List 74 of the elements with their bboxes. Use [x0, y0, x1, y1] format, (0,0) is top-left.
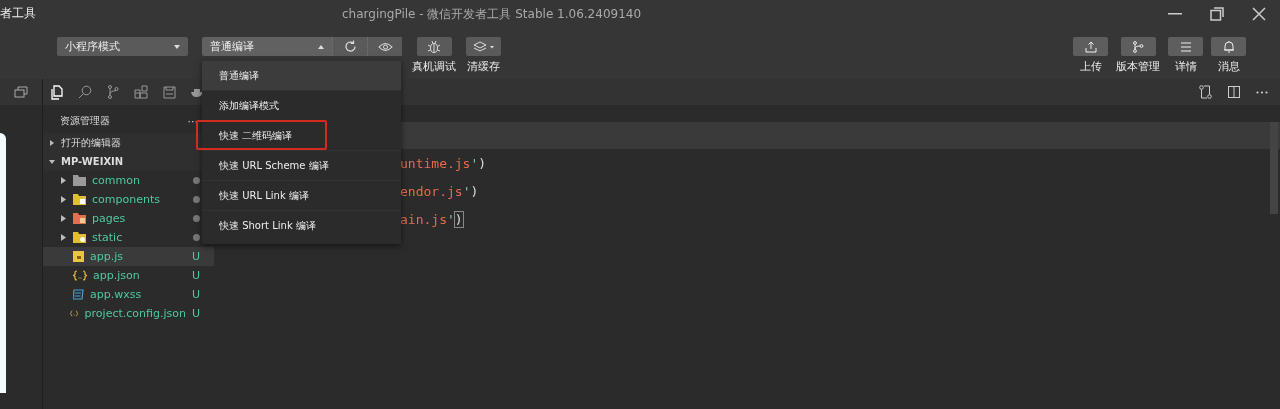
file-item[interactable]: app.json U [43, 266, 214, 285]
file-item[interactable]: project.config.json U [43, 304, 214, 323]
file-item[interactable]: app.js U [43, 247, 214, 266]
more-icon[interactable] [1256, 90, 1268, 94]
file-item[interactable]: app.wxss U [43, 285, 214, 304]
debug-button[interactable] [416, 37, 452, 56]
menu-item[interactable]: 快速 URL Link 编译 [202, 180, 401, 210]
upload-button[interactable] [1073, 37, 1108, 56]
expand-arrow-icon [61, 196, 66, 203]
bug-icon [427, 39, 441, 54]
mode-select[interactable]: 小程序模式 [57, 37, 188, 56]
window-title: chargingPile - 微信开发者工具 Stable 1.06.2409140 [342, 6, 642, 23]
json-file-icon [70, 308, 79, 319]
app-name: 者工具 [0, 5, 36, 22]
explorer-title: 资源管理器 [60, 114, 110, 128]
refresh-icon [343, 40, 357, 53]
split-editor-icon[interactable] [1228, 86, 1240, 98]
status-letter: U [191, 250, 200, 263]
compile-select[interactable]: 普通编译 [202, 37, 332, 56]
files-icon [50, 84, 64, 100]
js-file-icon [73, 251, 84, 262]
folder-icon [73, 175, 86, 186]
dropdown-arrow-icon [318, 44, 324, 49]
folder-icon [73, 194, 86, 205]
menu-icon [1179, 41, 1192, 52]
button-label: 真机调试 [412, 59, 456, 74]
folder-icon [73, 213, 86, 224]
upload-icon [1084, 40, 1097, 53]
preview-button[interactable] [367, 37, 402, 56]
menu-item[interactable]: 快速 URL Scheme 编译 [202, 150, 401, 180]
code-line: untime.js') [400, 154, 487, 173]
whale-icon [190, 87, 204, 97]
css-file-icon [73, 289, 84, 300]
menu-item[interactable]: 快速 二维码编译 [196, 120, 327, 150]
expand-arrow-icon [61, 234, 66, 241]
status-letter: U [191, 307, 200, 320]
extensions-icon [134, 85, 148, 99]
button-label: 清缓存 [467, 59, 500, 74]
button-label: 版本管理 [1116, 59, 1160, 74]
status-letter: U [191, 288, 200, 301]
branch-button[interactable] [1120, 37, 1156, 56]
windows-icon[interactable] [14, 86, 28, 98]
button-label: 消息 [1217, 59, 1240, 74]
eye-icon [377, 41, 393, 52]
code-line: endor.js') [400, 182, 479, 201]
layers-icon [472, 40, 495, 53]
branch-icon [1132, 40, 1144, 53]
refresh-button[interactable] [332, 37, 367, 56]
compare-icon[interactable] [1199, 85, 1212, 99]
dropdown-arrow-icon [174, 44, 180, 49]
status-letter: U [191, 269, 200, 282]
search-icon [78, 85, 92, 99]
bell-button[interactable] [1211, 37, 1246, 56]
maximize-icon[interactable] [1210, 6, 1224, 21]
list-button[interactable] [1168, 37, 1203, 56]
menu-item[interactable]: 快速 Short Link 编译 [202, 210, 401, 240]
menu-item[interactable]: 添加编译模式 [202, 90, 401, 120]
bell-icon [1222, 40, 1235, 53]
minimize-icon[interactable] [1168, 12, 1182, 15]
expand-arrow-icon [61, 215, 66, 222]
expand-arrow-icon [61, 177, 66, 184]
menu-item[interactable]: 普通编译 [202, 60, 401, 90]
clear-cache-button[interactable] [466, 37, 501, 56]
button-label: 上传 [1079, 59, 1102, 74]
save-icon [162, 85, 176, 99]
more-button[interactable]: ··· [187, 114, 198, 128]
branch-icon [107, 85, 119, 99]
button-label: 详情 [1174, 59, 1197, 74]
expand-arrow-icon [49, 139, 55, 146]
json-file-icon [73, 270, 87, 281]
close-icon[interactable] [1252, 6, 1266, 21]
folder-icon [73, 232, 86, 243]
code-line: ain.js') [400, 205, 463, 233]
expand-arrow-icon [49, 158, 55, 165]
